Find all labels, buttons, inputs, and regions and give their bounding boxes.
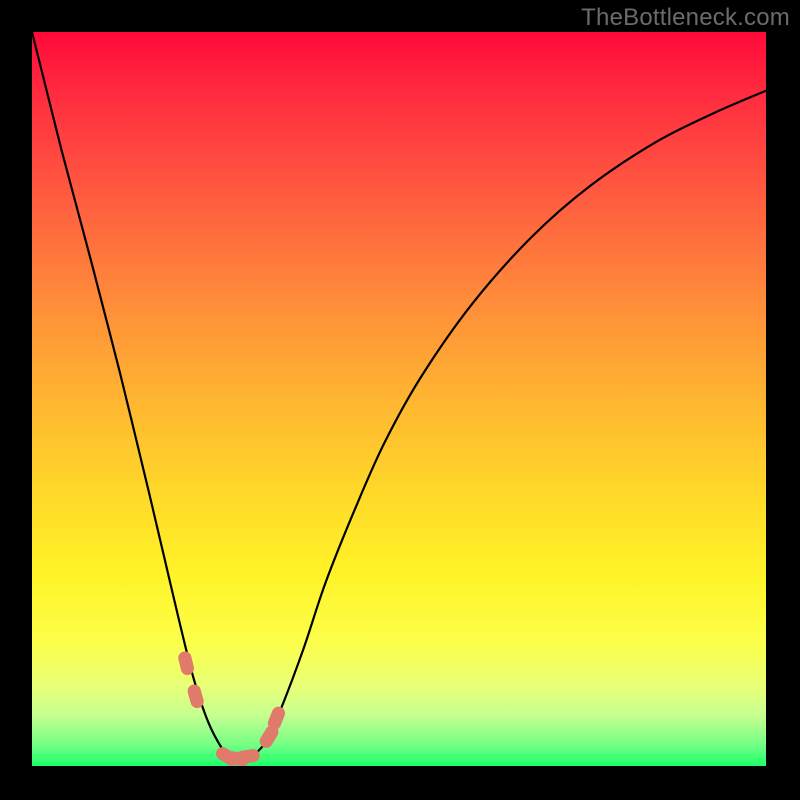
curve-markers: [177, 650, 287, 766]
marker-left-upper: [177, 650, 195, 676]
marker-bottom-3: [235, 748, 261, 765]
curve-svg: [32, 32, 766, 766]
plot-area: [32, 32, 766, 766]
watermark-text: TheBottleneck.com: [581, 4, 790, 32]
chart-frame: TheBottleneck.com: [0, 0, 800, 800]
bottleneck-curve: [32, 32, 766, 759]
